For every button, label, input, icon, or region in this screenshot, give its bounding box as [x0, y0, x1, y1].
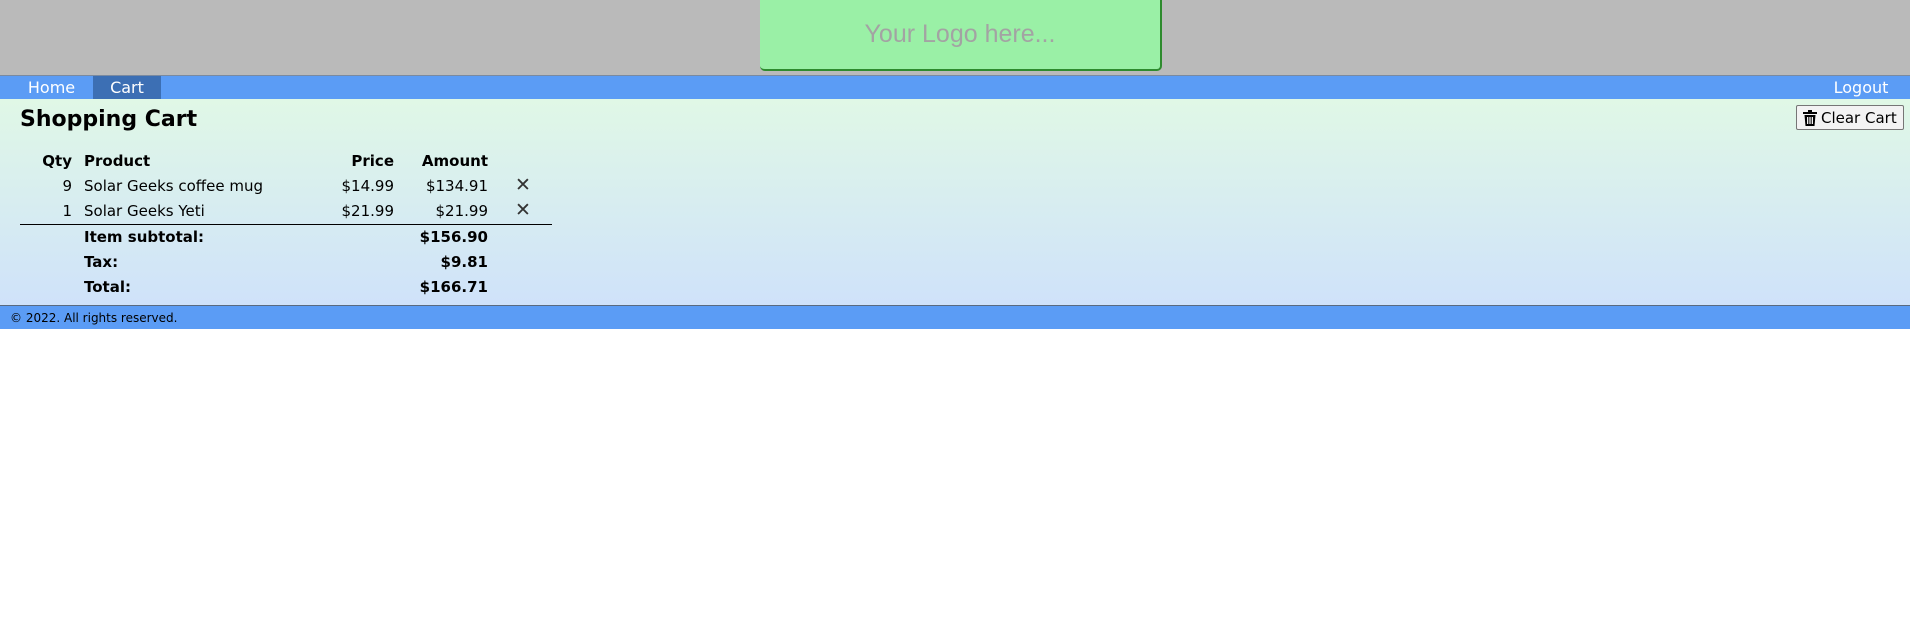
tax-label: Tax: [84, 253, 119, 271]
item-product: Solar Geeks coffee mug [84, 177, 263, 195]
item-price: $14.99 [341, 177, 395, 195]
total-value: $166.71 [419, 278, 488, 296]
subtotal-value: $156.90 [419, 228, 488, 246]
column-header-product: Product [84, 152, 151, 170]
trash-icon [1803, 109, 1817, 126]
cart-item-row: 9 Solar Geeks coffee mug $14.99 $134.91 … [20, 174, 552, 199]
main-content: Shopping Cart Clear Cart Qty Product Pri… [0, 99, 1910, 305]
close-icon[interactable]: ✕ [515, 200, 531, 220]
nav-home-link[interactable]: Home [14, 76, 89, 99]
clear-cart-label: Clear Cart [1821, 108, 1897, 127]
remove-item-cell: ✕ [494, 174, 552, 199]
nav-bar: Home Cart Logout [0, 75, 1910, 100]
page-footer: © 2022. All rights reserved. [0, 305, 1910, 329]
clear-cart-button[interactable]: Clear Cart [1796, 105, 1904, 130]
total-row: Total: $166.71 [20, 275, 552, 300]
nav-logout-link[interactable]: Logout [1826, 76, 1896, 99]
subtotal-row: Item subtotal: $156.90 [20, 225, 552, 251]
page-title: Shopping Cart [20, 107, 198, 132]
page-header: Your Logo here... [0, 0, 1910, 75]
column-header-qty: Qty [42, 152, 72, 170]
remove-item-cell: ✕ [494, 199, 552, 225]
tax-row: Tax: $9.81 [20, 250, 552, 275]
column-header-remove [494, 149, 552, 174]
item-price: $21.99 [305, 199, 400, 225]
cart-header-row: Qty Product Price Amount [20, 149, 552, 174]
subtotal-label: Item subtotal: [84, 228, 205, 246]
item-product: Solar Geeks Yeti [78, 199, 305, 225]
cart-table: Qty Product Price Amount 9 Solar Geeks c… [20, 149, 552, 300]
tax-value: $9.81 [440, 253, 488, 271]
cart-item-row: 1 Solar Geeks Yeti $21.99 $21.99 ✕ [20, 199, 552, 225]
close-icon[interactable]: ✕ [515, 175, 531, 195]
column-header-price: Price [351, 152, 394, 170]
item-amount: $134.91 [425, 177, 488, 195]
item-qty: 1 [20, 199, 78, 225]
total-label: Total: [84, 278, 131, 296]
item-qty: 9 [62, 177, 72, 195]
column-header-amount: Amount [421, 152, 488, 170]
item-amount: $21.99 [400, 199, 494, 225]
nav-cart-link[interactable]: Cart [93, 76, 161, 99]
logo-placeholder: Your Logo here... [760, 0, 1162, 71]
